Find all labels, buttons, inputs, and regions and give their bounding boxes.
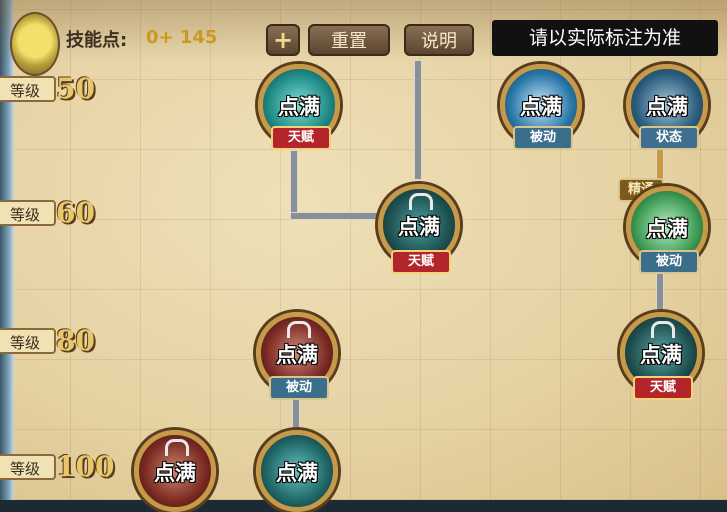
lock-icon [165, 439, 189, 456]
caption-overlay: 请以实际标注为准 [492, 20, 718, 56]
skill-node-label: 点满 [276, 343, 318, 367]
level-marker-50: 等级 50 [0, 72, 114, 106]
level-number: 50 [56, 72, 95, 105]
level-tag: 等级 [0, 328, 56, 354]
connector-line [656, 270, 664, 310]
connector-line [290, 150, 298, 220]
skill-node-label: 点满 [646, 217, 688, 241]
passive-badge: 被动 [513, 126, 573, 150]
lock-icon [409, 193, 433, 210]
level-number: 80 [56, 324, 95, 357]
skill-node-label: 点满 [398, 215, 440, 239]
lock-icon [287, 321, 311, 338]
reset-button[interactable]: 重置 [308, 24, 390, 56]
level-tag: 等级 [0, 76, 56, 102]
skill-points-value: 0+ 145 [146, 27, 218, 48]
connector-line [414, 60, 422, 180]
state-badge: 状态 [639, 126, 699, 150]
connector-line [290, 212, 390, 220]
talent-badge: 天赋 [391, 250, 451, 274]
skill-points-label: 技能点: [66, 30, 128, 51]
talent-badge: 天赋 [633, 376, 693, 400]
level-marker-100: 等级 100 [0, 450, 114, 484]
skill-node-label: 点满 [520, 95, 562, 119]
skill-node-label: 点满 [276, 461, 318, 485]
passive-badge: 被动 [269, 376, 329, 400]
avatar[interactable] [10, 12, 60, 76]
skill-node-label: 点满 [278, 95, 320, 119]
passive-badge: 被动 [639, 250, 699, 274]
add-skill-points-button[interactable]: + [266, 24, 300, 56]
talent-badge: 天赋 [271, 126, 331, 150]
level-marker-60: 等级 60 [0, 196, 114, 230]
skill-node-label: 点满 [640, 343, 682, 367]
level-tag: 等级 [0, 200, 56, 226]
level-marker-80: 等级 80 [0, 324, 114, 358]
level-number: 100 [56, 450, 115, 483]
lock-icon [651, 321, 675, 338]
help-button[interactable]: 说明 [404, 24, 474, 56]
skill-node-label: 点满 [646, 95, 688, 119]
skill-node-label: 点满 [154, 461, 196, 485]
level-tag: 等级 [0, 454, 56, 480]
level-number: 60 [56, 196, 95, 229]
